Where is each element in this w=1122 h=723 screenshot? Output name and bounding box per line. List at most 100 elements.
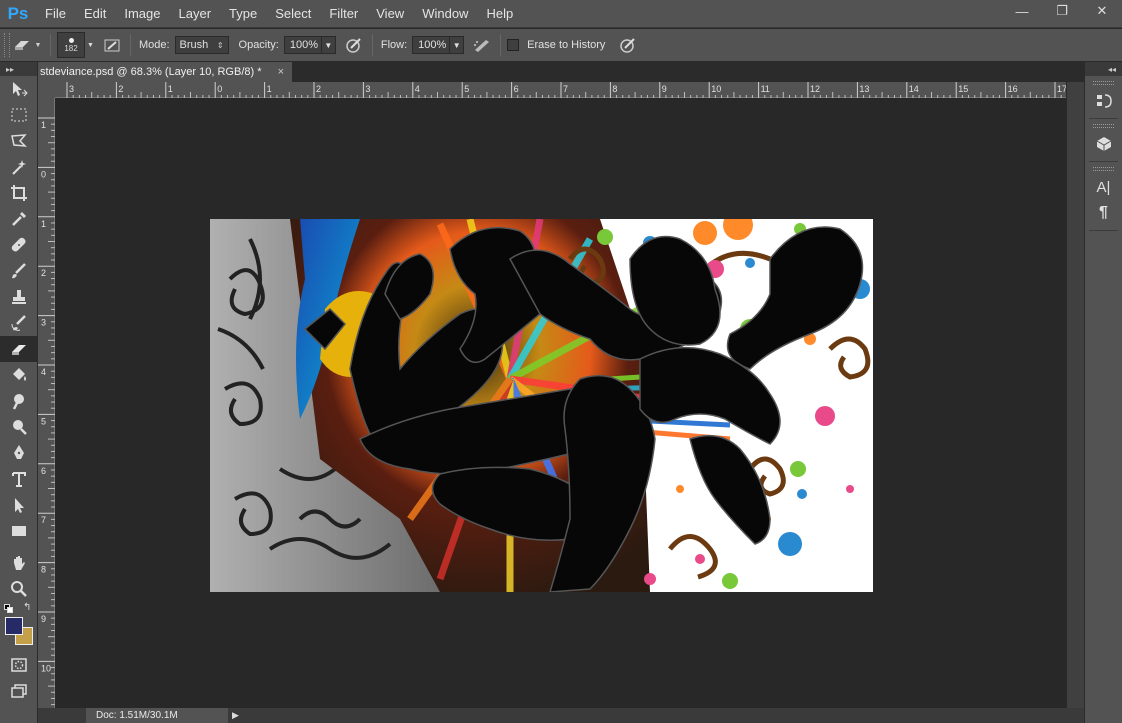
chevron-down-icon[interactable]: ▼ (87, 42, 94, 49)
magic-wand-tool[interactable] (0, 154, 38, 180)
document-tab-bar: stdeviance.psd @ 68.3% (Layer 10, RGB/8)… (38, 62, 1084, 82)
zoom-tool[interactable] (0, 576, 38, 602)
type-tool[interactable] (0, 466, 38, 492)
restore-button[interactable]: ❐ (1042, 0, 1082, 22)
history-panel-button[interactable] (1085, 88, 1122, 114)
document-size-info: Doc: 1.51M/30.1M (86, 708, 228, 723)
hand-icon (14, 556, 25, 570)
blur-tool[interactable] (0, 388, 38, 414)
screen-mode-button[interactable] (0, 678, 38, 704)
document-canvas[interactable] (210, 219, 873, 592)
ruler-tick-label: 2 (41, 268, 46, 278)
ruler-tick-label: 1 (267, 84, 272, 94)
close-window-button[interactable]: ✕ (1082, 0, 1122, 22)
panel-group-grip[interactable] (1093, 167, 1114, 171)
ruler-tick-label: 4 (41, 367, 46, 377)
history-brush-tool[interactable] (0, 310, 38, 336)
menu-window[interactable]: Window (413, 0, 477, 28)
rectangle-tool[interactable] (0, 518, 38, 544)
airbrush-button[interactable] (470, 33, 494, 57)
horizontal-ruler-ticks: 3 2 1 0 1 2 3 4 5 6 7 8 9 10 11 12 13 14 15 16 17 (66, 82, 1066, 98)
minimize-button[interactable]: — (1002, 0, 1042, 22)
dodge-icon (13, 420, 27, 435)
healing-brush-tool[interactable] (0, 232, 38, 258)
divider (1089, 118, 1118, 119)
ruler-tick-label: 17 (1057, 84, 1066, 94)
mode-select[interactable]: Brush ⇕ (174, 36, 229, 54)
swap-colors-icon[interactable]: ↰ (23, 602, 31, 613)
vertical-scrollbar[interactable] (1066, 82, 1084, 708)
mode-value: Brush (179, 39, 209, 51)
brush-size-picker[interactable]: 182 (57, 32, 85, 58)
brush-tip-icon (68, 37, 74, 43)
pen-tool[interactable] (0, 440, 38, 466)
quick-mask-button[interactable] (0, 652, 38, 678)
document-tab[interactable]: stdeviance.psd @ 68.3% (Layer 10, RGB/8)… (38, 62, 292, 82)
ruler-tick-label: 13 (859, 84, 869, 94)
foreground-color-swatch[interactable] (5, 617, 23, 635)
menu-filter[interactable]: Filter (320, 0, 367, 28)
ruler-tick-label: 7 (563, 84, 568, 94)
ruler-corner[interactable] (38, 82, 55, 98)
horizontal-ruler[interactable]: 3 2 1 0 1 2 3 4 5 6 7 8 9 10 11 12 13 14 15 16 17 (55, 82, 1066, 98)
brush-size-value: 182 (64, 43, 78, 53)
chevron-down-icon: ▼ (34, 41, 42, 49)
erase-to-history-label[interactable]: Erase to History (527, 39, 605, 51)
opacity-value[interactable]: 100% (285, 39, 321, 51)
menu-select[interactable]: Select (266, 0, 320, 28)
pressure-size-button[interactable] (616, 33, 640, 57)
move-tool[interactable] (0, 76, 38, 102)
path-selection-tool[interactable] (0, 492, 38, 518)
ruler-tick-label: 1 (41, 219, 46, 229)
status-menu-arrow-icon[interactable]: ▶ (232, 710, 239, 721)
paragraph-panel-button[interactable]: ¶ (1085, 200, 1122, 226)
brush-icon (12, 263, 26, 279)
eraser-tool[interactable] (0, 336, 38, 362)
opacity-field[interactable]: 100% ▼ (283, 36, 336, 54)
dodge-tool[interactable] (0, 414, 38, 440)
color-swatch-controls: ↰ (0, 602, 37, 652)
flow-field[interactable]: 100% ▼ (412, 36, 465, 54)
quick-mask-icon (11, 658, 27, 672)
menu-view[interactable]: View (367, 0, 413, 28)
vertical-ruler[interactable]: 1 0 1 2 3 4 5 6 7 8 9 10 (38, 98, 55, 708)
menu-edit[interactable]: Edit (75, 0, 115, 28)
paint-bucket-tool[interactable] (0, 362, 38, 388)
erase-to-history-checkbox[interactable] (507, 39, 520, 51)
panels-expand-button[interactable]: ◂◂ (1085, 62, 1122, 76)
menu-image[interactable]: Image (115, 0, 169, 28)
pressure-pen-icon (620, 38, 636, 53)
window-controls: — ❐ ✕ (1002, 0, 1122, 28)
chevron-down-icon[interactable]: ▼ (449, 37, 463, 53)
pressure-opacity-button[interactable] (342, 33, 366, 57)
hand-tool[interactable] (0, 550, 38, 576)
magnifier-icon (11, 581, 27, 597)
ruler-tick-label: 9 (662, 84, 667, 94)
stamp-icon (12, 290, 26, 304)
ruler-tick-label: 10 (41, 663, 51, 673)
menu-help[interactable]: Help (477, 0, 522, 28)
properties-panel-button[interactable] (1085, 131, 1122, 157)
close-tab-icon[interactable]: × (278, 66, 284, 78)
clone-stamp-tool[interactable] (0, 284, 38, 310)
eraser-preset-picker[interactable]: ▼ (10, 33, 44, 57)
eyedropper-icon (12, 212, 26, 226)
brush-tool[interactable] (0, 258, 38, 284)
crop-tool[interactable] (0, 180, 38, 206)
marquee-tool[interactable] (0, 102, 38, 128)
lasso-tool[interactable] (0, 128, 38, 154)
cube-icon (1096, 137, 1111, 151)
menu-type[interactable]: Type (220, 0, 266, 28)
default-colors-icon[interactable] (4, 604, 14, 614)
menu-layer[interactable]: Layer (170, 0, 221, 28)
tools-collapse-button[interactable]: ▸▸ (0, 62, 37, 76)
chevron-down-icon[interactable]: ▼ (320, 37, 335, 53)
menu-file[interactable]: File (36, 0, 75, 28)
flow-value[interactable]: 100% (413, 39, 449, 51)
panel-group-grip[interactable] (1093, 124, 1114, 128)
brush-panel-toggle[interactable] (100, 33, 124, 57)
panel-group-grip[interactable] (1093, 81, 1114, 85)
character-panel-button[interactable]: A| (1085, 174, 1122, 200)
ruler-tick-label: 0 (217, 84, 222, 94)
eyedropper-tool[interactable] (0, 206, 38, 232)
